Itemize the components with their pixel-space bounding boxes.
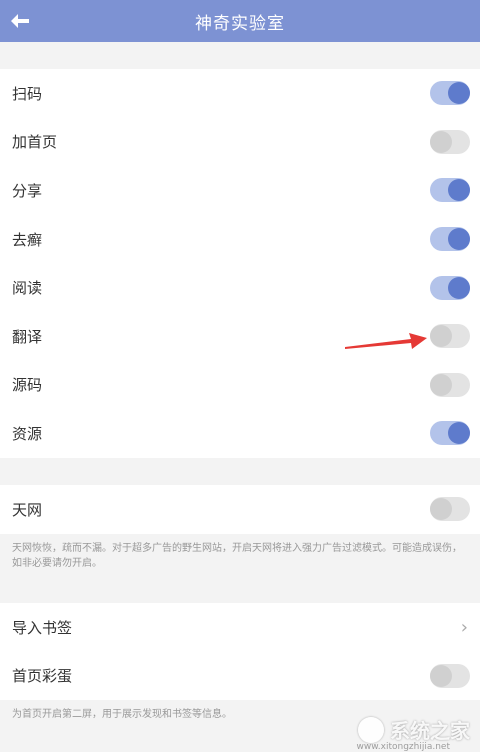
setting-row-share: 分享: [0, 166, 480, 215]
toggle-scan[interactable]: [430, 81, 470, 106]
setting-label: 源码: [12, 376, 43, 395]
setting-label: 资源: [12, 424, 43, 443]
setting-row-source: 源码: [0, 361, 480, 410]
toggle-translate[interactable]: [430, 324, 470, 349]
page-title: 神奇实验室: [195, 13, 285, 34]
setting-row-easter-egg: 首页彩蛋: [0, 652, 480, 701]
toggle-knob: [448, 179, 470, 202]
toggle-resources[interactable]: [430, 421, 470, 446]
toggle-knob: [448, 82, 470, 105]
toggle-read[interactable]: [430, 275, 470, 300]
setting-label: 加首页: [12, 133, 58, 152]
toggle-knob: [448, 228, 470, 251]
skynet-section: 天网: [0, 485, 480, 534]
setting-label: 分享: [12, 181, 43, 200]
toggle-share[interactable]: [430, 178, 470, 203]
watermark: 系统之家: [358, 715, 470, 744]
toggle-knob: [430, 498, 452, 521]
back-button[interactable]: [0, 0, 40, 42]
toggle-knob: [430, 373, 452, 396]
import-bookmarks-row[interactable]: 导入书签 ›: [0, 603, 480, 652]
setting-label: 导入书签: [12, 618, 73, 637]
toggle-knob: [448, 276, 470, 299]
watermark-text: 系统之家: [390, 719, 470, 743]
toggle-skynet[interactable]: [430, 497, 470, 522]
back-arrow-icon: [11, 14, 29, 28]
toggle-knob: [430, 664, 452, 687]
toggle-remove[interactable]: [430, 227, 470, 252]
setting-label: 扫码: [12, 84, 43, 103]
bookmarks-section: 导入书签 › 首页彩蛋: [0, 603, 480, 701]
setting-row-skynet: 天网: [0, 485, 480, 534]
toggle-knob: [430, 130, 452, 153]
toggle-easter-egg[interactable]: [430, 663, 470, 688]
annotation-arrow-icon: [345, 333, 427, 349]
app-header: 神奇实验室: [0, 0, 480, 42]
toggle-knob: [430, 325, 452, 348]
features-section: 扫码 加首页 分享 去癣 阅读 翻译 源码 资源: [0, 69, 480, 458]
setting-label: 首页彩蛋: [12, 667, 73, 686]
setting-label: 阅读: [12, 279, 43, 298]
setting-row-read: 阅读: [0, 263, 480, 312]
toggle-source[interactable]: [430, 372, 470, 397]
watermark-logo-icon: [358, 716, 384, 743]
setting-row-remove: 去癣: [0, 215, 480, 264]
setting-row-add-home: 加首页: [0, 118, 480, 167]
setting-label: 天网: [12, 500, 43, 519]
setting-row-resources: 资源: [0, 409, 480, 458]
skynet-description: 天网恢恢，疏而不漏。对于超多广告的野生网站，开启天网将进入强力广告过滤模式。可能…: [12, 543, 462, 569]
setting-label: 翻译: [12, 327, 43, 346]
watermark-url: www.xitongzhijia.net: [356, 742, 450, 752]
chevron-right-icon: ›: [460, 616, 468, 638]
setting-label: 去癣: [12, 230, 43, 249]
toggle-add-home[interactable]: [430, 129, 470, 154]
toggle-knob: [448, 422, 470, 445]
setting-row-scan: 扫码: [0, 69, 480, 118]
